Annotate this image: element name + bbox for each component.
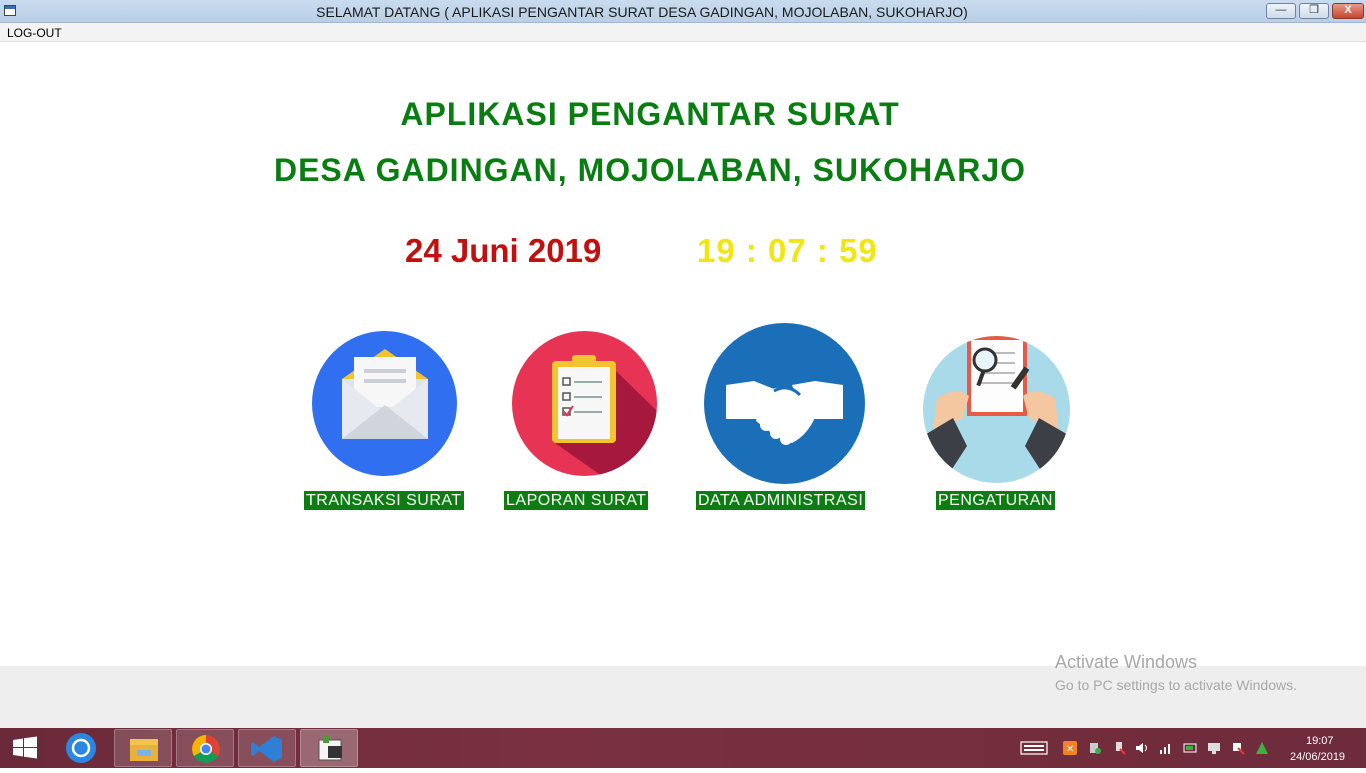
taskbar: ✕	[0, 728, 1366, 768]
battery-icon[interactable]	[1183, 741, 1197, 755]
activate-windows-title: Activate Windows	[1055, 652, 1198, 672]
window-title: SELAMAT DATANG ( APLIKASI PENGANTAR SURA…	[316, 4, 968, 20]
monitor-icon[interactable]	[1207, 741, 1221, 755]
start-button[interactable]	[0, 729, 50, 767]
close-button[interactable]: X	[1332, 3, 1364, 19]
minimize-button[interactable]: —	[1266, 3, 1296, 19]
green-arrow-icon[interactable]	[1255, 741, 1269, 755]
app-heading-line1: APLIKASI PENGANTAR SURAT	[400, 96, 900, 132]
restore-button[interactable]: ❐	[1299, 3, 1329, 19]
network-shield-icon[interactable]	[1088, 741, 1102, 755]
data-administrasi-label[interactable]: DATA ADMINISTRASI	[696, 491, 866, 510]
envelope-icon[interactable]	[312, 331, 457, 476]
svg-text:✕: ✕	[1066, 744, 1074, 755]
chrome-icon	[192, 735, 220, 763]
volume-icon[interactable]	[1135, 741, 1149, 755]
signal-icon[interactable]	[1159, 741, 1173, 755]
shareit-icon	[66, 733, 96, 763]
activate-windows-subtitle: Go to PC settings to activate Windows.	[1055, 677, 1297, 693]
clipboard-checklist-icon[interactable]	[512, 331, 657, 476]
shareit-taskbar-button[interactable]	[52, 729, 110, 767]
visual-studio-taskbar-button[interactable]	[238, 729, 296, 767]
file-explorer-taskbar-button[interactable]	[114, 729, 172, 767]
laporan-surat-label[interactable]: LAPORAN SURAT	[504, 491, 649, 510]
current-time: 19 : 07 : 59	[697, 232, 878, 269]
xampp-icon[interactable]: ✕	[1063, 741, 1077, 755]
app-32-taskbar-button[interactable]	[300, 729, 358, 767]
taskbar-clock-time[interactable]: 19:07	[1306, 735, 1334, 747]
pengaturan-label[interactable]: PENGATURAN	[936, 491, 1055, 510]
menu-bar: LOG-OUT	[0, 23, 1366, 42]
status-area	[0, 666, 1366, 728]
usb-icon[interactable]	[1112, 741, 1126, 755]
magnifier-document-icon[interactable]	[923, 336, 1070, 483]
visual-studio-icon	[251, 736, 282, 762]
file-explorer-icon	[130, 739, 158, 761]
start-icon	[13, 736, 37, 759]
handshake-icon[interactable]	[704, 323, 865, 484]
flag-error-icon[interactable]	[1231, 741, 1245, 755]
logout-menu-item[interactable]: LOG-OUT	[7, 26, 62, 40]
current-date: 24 Juni 2019	[405, 232, 602, 269]
taskbar-clock-date[interactable]: 24/06/2019	[1290, 751, 1345, 763]
transaksi-surat-label[interactable]: TRANSAKSI SURAT	[304, 491, 464, 510]
keyboard-icon[interactable]	[1020, 741, 1048, 755]
app-heading-line2: DESA GADINGAN, MOJOLABAN, SUKOHARJO	[273, 152, 1027, 188]
window-title-bar: SELAMAT DATANG ( APLIKASI PENGANTAR SURA…	[0, 0, 1366, 23]
chrome-taskbar-button[interactable]	[176, 729, 234, 767]
app-32-icon	[318, 735, 342, 761]
